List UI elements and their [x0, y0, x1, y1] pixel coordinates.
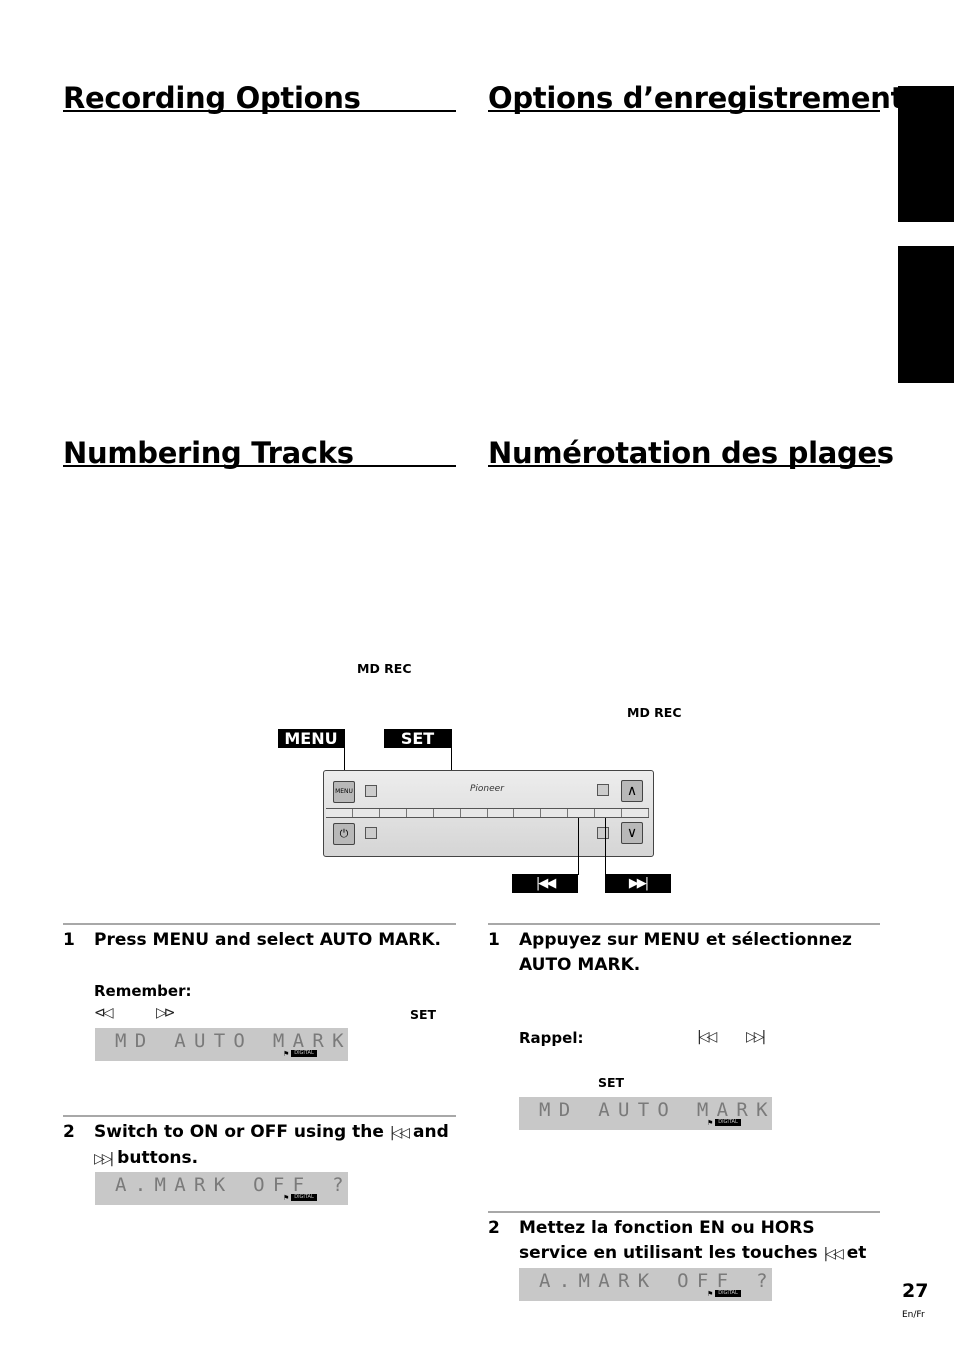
step-divider [63, 923, 456, 925]
step-divider [488, 923, 880, 925]
panel-small-button[interactable] [597, 784, 609, 796]
step-text: Press MENU and select AUTO MARK. [94, 930, 441, 950]
digital-badge: DIGITAL [291, 1050, 317, 1057]
brand-logo: Pioneer [470, 784, 504, 794]
digital-badge: DIGITAL [291, 1194, 317, 1201]
next-track-icon: ▷▷| [746, 1029, 766, 1045]
step-number: 2 [488, 1218, 500, 1238]
panel-small-button[interactable] [365, 785, 377, 797]
lcd-text: MD AUTO MARK [115, 1030, 352, 1052]
step-1-fr: 1 Appuyez sur MENU et sélectionnez AUTO … [488, 928, 880, 978]
heading-recording-options: Recording Options [63, 81, 361, 115]
step-2-en: 2 Switch to ON or OFF using the |◁◁ and … [63, 1120, 456, 1170]
prev-callout-line [578, 818, 580, 875]
down-button[interactable]: ∨ [621, 822, 643, 844]
panel-small-button[interactable] [365, 827, 377, 839]
next-track-icon: ▷▷| [94, 1151, 114, 1167]
up-button[interactable]: ∧ [621, 780, 643, 802]
rappel-label: Rappel: [519, 1029, 584, 1047]
heading-numerotation-plages: Numérotation des plages [488, 436, 894, 470]
next-callout-line [605, 818, 607, 875]
flag-icon: ⚑ [283, 1194, 290, 1202]
heading-rule [488, 110, 880, 112]
prev-track-callout-tag: |◀◀ [512, 874, 578, 893]
heading-options-enregistrement: Options d’enregistrement [488, 81, 905, 115]
set-callout-tag: SET [384, 729, 451, 748]
language-code: En/Fr [902, 1310, 925, 1320]
step-number: 2 [63, 1122, 75, 1142]
next-track-callout-tag: ▶▶| [605, 874, 671, 893]
prev-track-icon: ⊲◁ [94, 1005, 113, 1021]
lcd-text: MD AUTO MARK [539, 1099, 776, 1121]
step-text: Switch to ON or OFF using the |◁◁ and ▷▷… [94, 1120, 456, 1172]
lcd-text: A.MARK OFF ? [115, 1174, 352, 1196]
menu-button[interactable]: MENU [333, 781, 355, 803]
step-text-part: Mettez la fonction EN ou HORS service en… [519, 1218, 818, 1263]
panel-small-button[interactable] [597, 827, 609, 839]
lcd-display: MD AUTO MARK ⚑ DIGITAL [519, 1097, 772, 1130]
heading-rule [488, 465, 880, 467]
menu-callout-tag: MENU [278, 729, 344, 748]
prev-track-icon: |◁◁ [389, 1125, 410, 1141]
step-number: 1 [63, 930, 75, 950]
prev-track-icon: |◁◁ [823, 1246, 844, 1262]
step-text-part: et [846, 1243, 867, 1263]
step-1-en: 1 Press MENU and select AUTO MARK. [63, 928, 456, 953]
md-rec-label-fr: MD REC [627, 705, 682, 720]
flag-icon: ⚑ [707, 1119, 714, 1127]
lcd-display: MD AUTO MARK ⚑ DIGITAL [95, 1028, 348, 1061]
md-rec-label-en: MD REC [357, 661, 412, 676]
set-label: SET [410, 1007, 437, 1022]
display-strip [326, 808, 650, 818]
step-text-part: Switch to ON or OFF using the [94, 1122, 384, 1142]
step-text-part: buttons. [117, 1148, 199, 1168]
flag-icon: ⚑ [283, 1050, 290, 1058]
heading-rule [63, 465, 456, 467]
lcd-display: A.MARK OFF ? ⚑ DIGITAL [95, 1172, 348, 1205]
lcd-text: A.MARK OFF ? [539, 1270, 776, 1292]
digital-badge: DIGITAL [715, 1290, 741, 1297]
language-tab-english [898, 86, 954, 222]
heading-rule [63, 110, 456, 112]
set-label: SET [598, 1075, 625, 1090]
step-text: Appuyez sur MENU et sélectionnez AUTO MA… [519, 930, 852, 975]
heading-numbering-tracks: Numbering Tracks [63, 436, 354, 470]
remember-label: Remember: [94, 982, 192, 1000]
prev-track-icon: |◁◁ [697, 1029, 717, 1045]
lcd-display: A.MARK OFF ? ⚑ DIGITAL [519, 1268, 772, 1301]
step-2-fr: 2 Mettez la fonction EN ou HORS service … [488, 1216, 880, 1289]
step-text-part: and [413, 1122, 449, 1142]
language-tab-french [898, 246, 954, 383]
page-number: 27 [902, 1280, 929, 1302]
step-divider [488, 1211, 880, 1213]
flag-icon: ⚑ [707, 1290, 714, 1298]
step-divider [63, 1115, 456, 1117]
step-number: 1 [488, 930, 500, 950]
digital-badge: DIGITAL [715, 1119, 741, 1126]
next-track-icon: ▷⊳ [156, 1005, 175, 1021]
power-button[interactable]: ⏻ [333, 823, 355, 845]
